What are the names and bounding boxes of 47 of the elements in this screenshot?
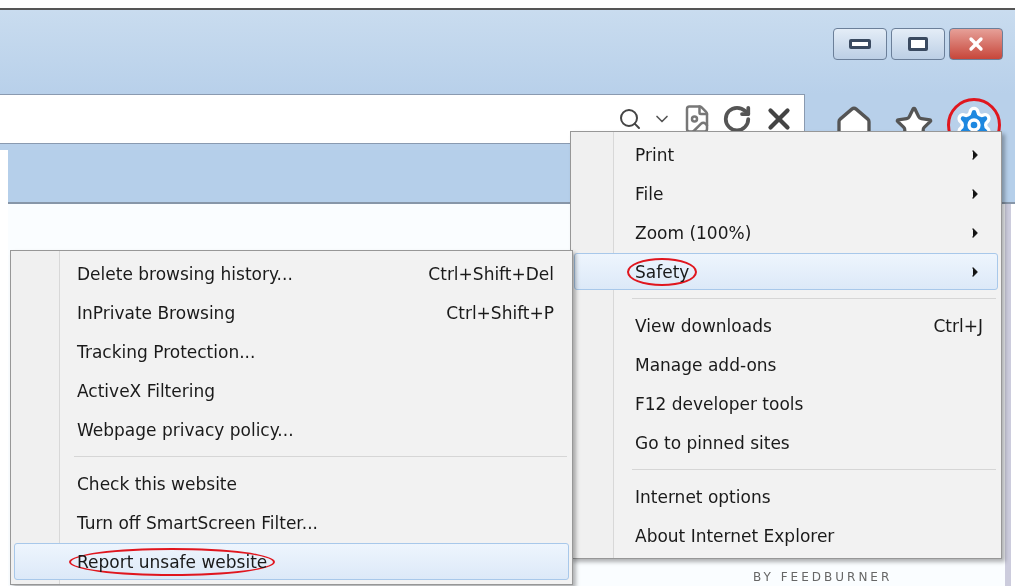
menu-item[interactable]: Manage add-ons xyxy=(574,346,998,383)
menu-item[interactable]: Go to pinned sites xyxy=(574,424,998,461)
menu-item-label: ActiveX Filtering xyxy=(76,379,217,403)
menu-item[interactable]: ActiveX Filtering xyxy=(14,372,569,409)
address-field[interactable] xyxy=(0,94,805,144)
refresh-icon[interactable] xyxy=(722,104,752,134)
menu-item-label: Check this website xyxy=(76,472,238,496)
shortcut-text: Ctrl+Shift+Del xyxy=(428,263,554,284)
menu-item[interactable]: Check this website xyxy=(14,465,569,502)
menu-item-label: View downloads xyxy=(634,314,773,338)
menu-item[interactable]: InPrivate Browsing Ctrl+Shift+P xyxy=(14,294,569,331)
search-icon[interactable] xyxy=(618,107,642,131)
menu-item-label: About Internet Explorer xyxy=(634,524,836,548)
menu-item-label: Safety xyxy=(627,257,698,286)
shortcut-text: Ctrl+J xyxy=(933,315,983,336)
menu-item[interactable]: Print xyxy=(574,136,998,173)
menu-item-label: Internet options xyxy=(634,485,772,509)
close-button[interactable] xyxy=(949,28,1003,60)
menu-item-label: Turn off SmartScreen Filter... xyxy=(76,511,319,535)
menu-item[interactable]: Internet options xyxy=(574,478,998,515)
menu-item[interactable]: F12 developer tools xyxy=(574,385,998,422)
menu-item[interactable]: About Internet Explorer xyxy=(574,517,998,554)
menu-item[interactable]: Safety xyxy=(574,253,998,290)
menu-item-label: Delete browsing history... xyxy=(76,262,294,286)
menu-item-label: Zoom (100%) xyxy=(634,221,753,245)
menu-item-label: Webpage privacy policy... xyxy=(76,418,295,442)
menu-item[interactable]: Report unsafe website xyxy=(14,543,569,580)
menu-item-label: Report unsafe website xyxy=(69,547,276,576)
menu-item-label: F12 developer tools xyxy=(634,392,805,416)
menu-item[interactable]: Tracking Protection... xyxy=(14,333,569,370)
menu-item[interactable]: Webpage privacy policy... xyxy=(14,411,569,448)
menu-item-label: Print xyxy=(634,143,676,167)
menu-item-label: Manage add-ons xyxy=(634,353,778,377)
menu-item-label: File xyxy=(634,182,665,206)
maximize-button[interactable] xyxy=(891,28,945,60)
close-icon xyxy=(966,34,986,54)
menu-item[interactable]: View downloads Ctrl+J xyxy=(574,307,998,344)
menu-item[interactable]: Delete browsing history... Ctrl+Shift+Del xyxy=(14,255,569,292)
shortcut-text: Ctrl+Shift+P xyxy=(446,302,554,323)
menu-item[interactable]: Turn off SmartScreen Filter... xyxy=(14,504,569,541)
feedburner-text: BY FEEDBURNER xyxy=(753,570,893,584)
menu-item-label: InPrivate Browsing xyxy=(76,301,237,325)
menu-item[interactable]: Zoom (100%) xyxy=(574,214,998,251)
menu-item[interactable]: File xyxy=(574,175,998,212)
minimize-button[interactable] xyxy=(833,28,887,60)
menu-item-label: Go to pinned sites xyxy=(634,431,791,455)
menu-item-label: Tracking Protection... xyxy=(76,340,257,364)
